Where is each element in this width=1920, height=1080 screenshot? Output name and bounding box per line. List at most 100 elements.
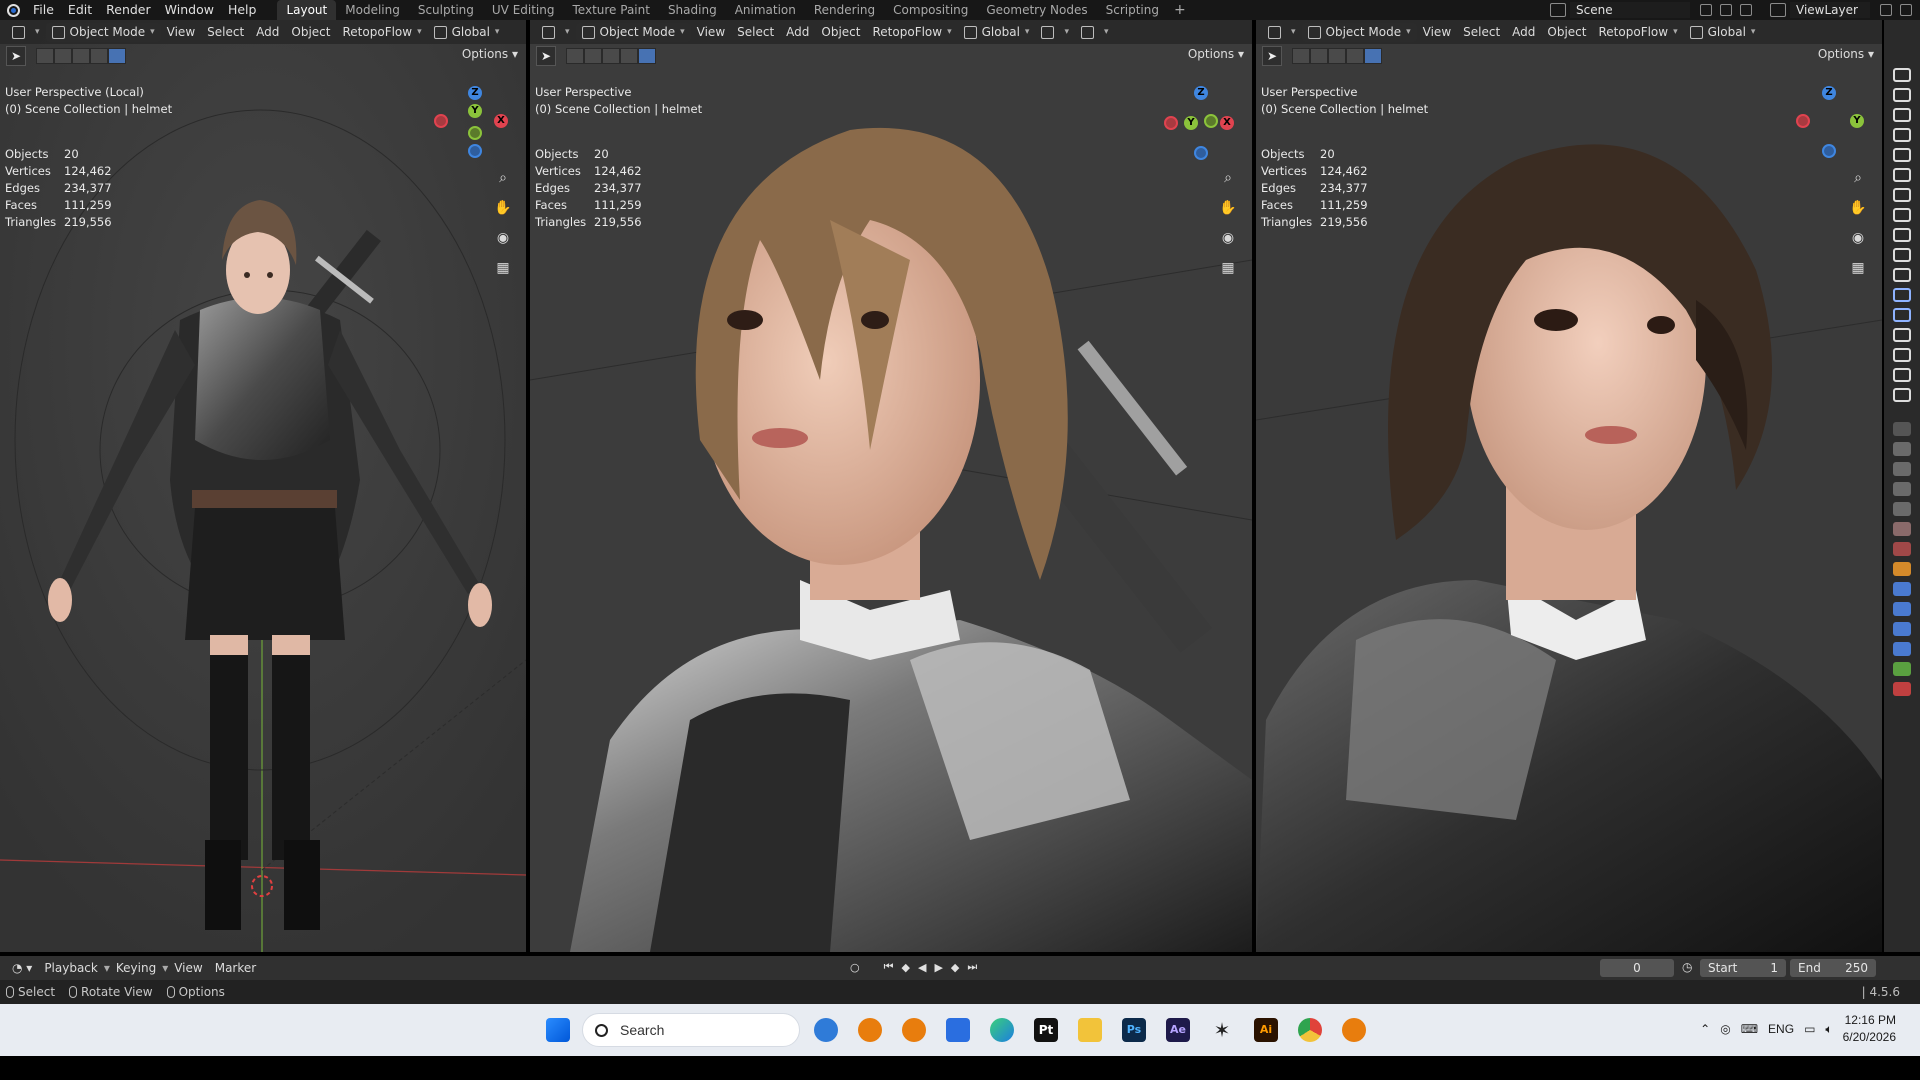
illustrator-icon[interactable]: Ai: [1254, 1018, 1278, 1042]
gizmo-z-axis[interactable]: Z: [1194, 86, 1208, 100]
material-properties-icon[interactable]: [1893, 682, 1911, 696]
menu-select[interactable]: Select: [201, 23, 250, 42]
delete-view-layer-icon[interactable]: [1900, 4, 1912, 16]
current-frame-field[interactable]: 0: [1600, 959, 1674, 977]
camera-visibility-icon[interactable]: [1893, 268, 1911, 282]
grid-perspective-icon[interactable]: ▦: [1846, 256, 1870, 280]
tab-modeling[interactable]: Modeling: [336, 0, 409, 20]
menu-playback[interactable]: Playback: [38, 961, 104, 975]
select-tool-icon[interactable]: ➤: [6, 46, 26, 66]
menu-object[interactable]: Object: [285, 23, 336, 42]
viewport-left[interactable]: ▾ Object Mode ▾ View Select Add Object Re…: [0, 20, 526, 952]
proportional-edit-icon[interactable]: ▾: [1075, 23, 1115, 42]
record-icon[interactable]: ○: [850, 961, 860, 974]
zoom-icon[interactable]: ⌕: [1846, 166, 1870, 190]
viewport-middle[interactable]: ▾ Object Mode ▾ View Select Add Object Re…: [530, 20, 1252, 952]
orientation-dropdown[interactable]: Global ▾: [1684, 23, 1762, 42]
gizmo-x-axis[interactable]: X: [494, 114, 508, 128]
retopoflow-menu[interactable]: RetopoFlow ▾: [867, 23, 958, 42]
view-layer-field[interactable]: ViewLayer: [1790, 2, 1870, 18]
snap-icon[interactable]: ▾: [1035, 23, 1075, 42]
camera-visibility-icon[interactable]: [1893, 168, 1911, 182]
network-icon[interactable]: ◎: [1720, 1022, 1730, 1036]
grid-perspective-icon[interactable]: ▦: [1216, 256, 1240, 280]
windows-start-icon[interactable]: [546, 1018, 570, 1042]
gizmo-z-axis[interactable]: Z: [1822, 86, 1836, 100]
gizmo-z-neg[interactable]: [468, 144, 482, 158]
data-properties-icon[interactable]: [1893, 662, 1911, 676]
navigation-gizmo[interactable]: Z Y: [1796, 84, 1876, 164]
options-dropdown[interactable]: Options ▾: [1188, 47, 1244, 61]
chevron-up-icon[interactable]: ⌃: [1700, 1022, 1710, 1036]
camera-visibility-icon[interactable]: [1893, 88, 1911, 102]
stopwatch-icon[interactable]: ◷: [1682, 960, 1692, 974]
menu-edit[interactable]: Edit: [61, 0, 99, 20]
menu-view[interactable]: View: [168, 961, 208, 975]
blender-app-icon[interactable]: [858, 1018, 882, 1042]
particles-properties-icon[interactable]: [1893, 602, 1911, 616]
menu-marker[interactable]: Marker: [209, 961, 262, 975]
select-invert-icon[interactable]: [1346, 48, 1364, 64]
menu-object[interactable]: Object: [1541, 23, 1592, 42]
select-new-icon[interactable]: [36, 48, 54, 64]
navigation-gizmo[interactable]: Z Y X: [432, 84, 512, 164]
menu-select[interactable]: Select: [1457, 23, 1506, 42]
editor-type-button[interactable]: ▾: [536, 23, 576, 42]
render-properties-icon[interactable]: [1893, 462, 1911, 476]
tab-shading[interactable]: Shading: [659, 0, 726, 20]
select-extend-icon[interactable]: [584, 48, 602, 64]
retopoflow-menu[interactable]: RetopoFlow ▾: [1593, 23, 1684, 42]
menu-add[interactable]: Add: [1506, 23, 1541, 42]
gizmo-z-axis[interactable]: Z: [468, 86, 482, 100]
camera-icon[interactable]: ◉: [1846, 226, 1870, 250]
after-effects-icon[interactable]: Ae: [1166, 1018, 1190, 1042]
scene-name-field[interactable]: Scene: [1570, 2, 1690, 18]
menu-window[interactable]: Window: [158, 0, 221, 20]
gizmo-x-neg[interactable]: [1164, 116, 1178, 130]
new-view-layer-icon[interactable]: [1880, 4, 1892, 16]
menu-help[interactable]: Help: [221, 0, 264, 20]
constraints-properties-icon[interactable]: [1893, 642, 1911, 656]
gizmo-y-neg[interactable]: [468, 126, 482, 140]
orientation-dropdown[interactable]: Global ▾: [958, 23, 1036, 42]
gizmo-x-neg[interactable]: [434, 114, 448, 128]
view-layer-icon[interactable]: [1770, 3, 1786, 17]
blender-logo-icon[interactable]: [0, 0, 26, 20]
menu-view[interactable]: View: [691, 23, 731, 42]
end-frame-field[interactable]: End 250: [1790, 959, 1876, 977]
camera-visibility-icon[interactable]: [1893, 288, 1911, 302]
tab-scripting[interactable]: Scripting: [1097, 0, 1168, 20]
taskbar-clock[interactable]: 12:16 PM 6/20/2026: [1843, 1012, 1896, 1046]
camera-visibility-icon[interactable]: [1893, 68, 1911, 82]
tab-animation[interactable]: Animation: [726, 0, 805, 20]
gizmo-x-neg[interactable]: [1796, 114, 1810, 128]
hand-pan-icon[interactable]: ✋: [1846, 196, 1870, 220]
store-icon[interactable]: [946, 1018, 970, 1042]
monitor-icon[interactable]: ▭: [1804, 1022, 1815, 1036]
tab-sculpting[interactable]: Sculpting: [409, 0, 483, 20]
select-new-icon[interactable]: [1292, 48, 1310, 64]
gizmo-y-axis[interactable]: Y: [1850, 114, 1864, 128]
hand-pan-icon[interactable]: ✋: [1216, 196, 1240, 220]
edge-browser-icon[interactable]: [990, 1018, 1014, 1042]
camera-visibility-icon[interactable]: [1893, 328, 1911, 342]
select-intersect-icon[interactable]: [108, 48, 126, 64]
language-indicator[interactable]: ENG: [1768, 1022, 1794, 1036]
select-invert-icon[interactable]: [620, 48, 638, 64]
menu-add[interactable]: Add: [250, 23, 285, 42]
scene-properties-icon[interactable]: [1893, 522, 1911, 536]
camera-visibility-icon[interactable]: [1893, 388, 1911, 402]
keyboard-icon[interactable]: ⌨: [1741, 1022, 1758, 1036]
file-explorer-icon[interactable]: [1078, 1018, 1102, 1042]
zoom-icon[interactable]: ⌕: [491, 166, 515, 190]
camera-icon[interactable]: ◉: [491, 226, 515, 250]
navigation-gizmo[interactable]: Z Y X: [1158, 84, 1238, 164]
grid-perspective-icon[interactable]: ▦: [491, 256, 515, 280]
menu-view[interactable]: View: [161, 23, 201, 42]
menu-view[interactable]: View: [1417, 23, 1457, 42]
menu-object[interactable]: Object: [815, 23, 866, 42]
camera-visibility-icon[interactable]: [1893, 208, 1911, 222]
camera-visibility-icon[interactable]: [1893, 348, 1911, 362]
output-properties-icon[interactable]: [1893, 482, 1911, 496]
tab-geometry-nodes[interactable]: Geometry Nodes: [977, 0, 1096, 20]
